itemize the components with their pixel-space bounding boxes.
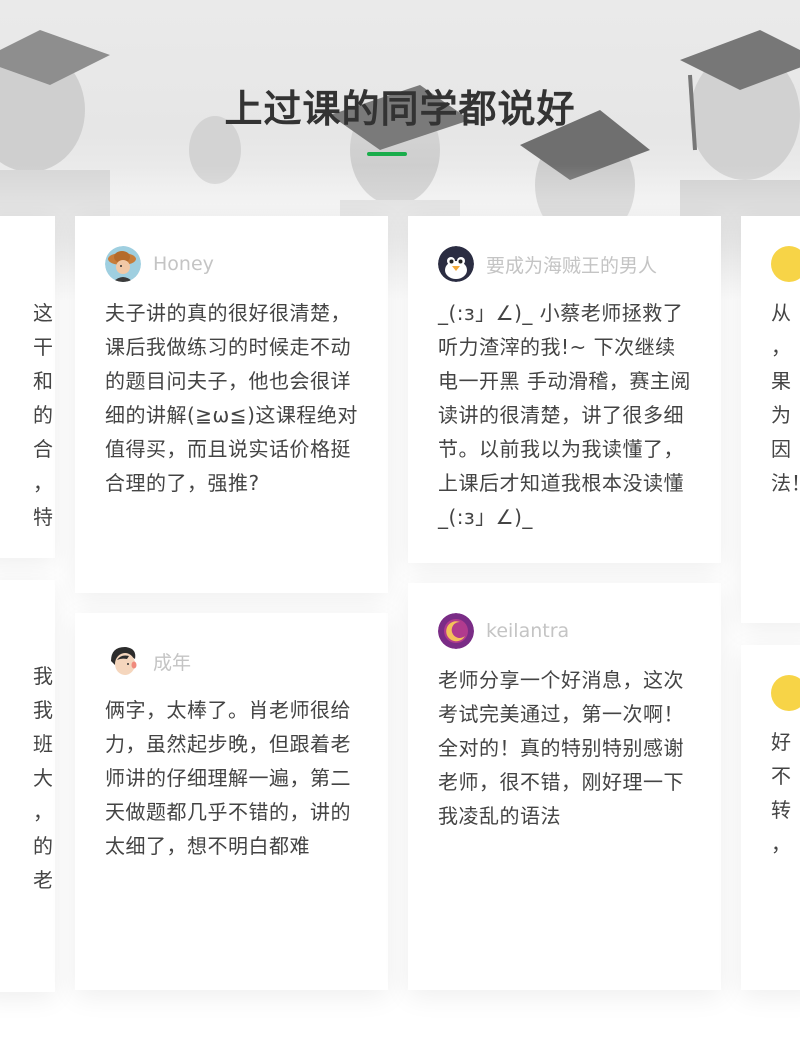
yellow-avatar-icon: [771, 675, 800, 711]
partial-review-text: 好 不 转 ，: [771, 730, 791, 856]
penguin-avatar-icon: [438, 246, 474, 282]
review-text: 俩字，太棒了。肖老师很给力，虽然起步晚，但跟着老师讲的仔细理解一遍，第二天做题都…: [105, 698, 351, 858]
review-card: Honey 夫子讲的真的很好很清楚，课后我做练习的时候走不动的题目问夫子，他也会…: [75, 216, 388, 593]
review-username: 成年: [153, 651, 192, 674]
partial-review-text: 从 ， 果 为 因 法！: [771, 301, 800, 495]
review-username: keilantra: [486, 620, 570, 642]
review-text: _(:з」∠)_ 小蔡老师拯救了听力渣滓的我!~ 下次继续电一开黑 手动滑稽，赛…: [438, 301, 691, 529]
review-username: Honey: [153, 253, 214, 275]
review-header: 成年: [105, 643, 191, 679]
yellow-avatar-icon: [771, 246, 800, 282]
boy-cartoon-avatar-icon: [105, 643, 141, 679]
partial-review-card-right-bottom: 好 不 转 ，: [741, 645, 800, 990]
partial-review-card-left-top: 这 干 和 的 合 ， 特: [0, 216, 55, 558]
review-card: 要成为海贼王的男人 _(:з」∠)_ 小蔡老师拯救了听力渣滓的我!~ 下次继续电…: [408, 216, 721, 563]
review-text: 夫子讲的真的很好很清楚，课后我做练习的时候走不动的题目问夫子，他也会很详细的讲解…: [105, 301, 358, 495]
partial-review-card-left-bottom: 我 我 班 大 ， 的 老: [0, 580, 55, 992]
review-header: keilantra: [438, 613, 569, 649]
review-header: Honey: [105, 246, 214, 282]
section-title: 上过课的同学都说好: [224, 87, 576, 131]
review-username: 要成为海贼王的男人: [486, 254, 658, 277]
review-card: 成年 俩字，太棒了。肖老师很给力，虽然起步晚，但跟着老师讲的仔细理解一遍，第二天…: [75, 613, 388, 990]
partial-review-text: 我 我 班 大 ， 的 老: [33, 664, 53, 892]
review-card: keilantra 老师分享一个好消息，这次考试完美通过，第一次啊！全对的！真的…: [408, 583, 721, 990]
moon-avatar-icon: [438, 613, 474, 649]
partial-review-card-right-top: 从 ， 果 为 因 法！: [741, 216, 800, 623]
partial-review-text: 这 干 和 的 合 ， 特: [33, 301, 53, 529]
girl-with-hat-avatar-icon: [105, 246, 141, 282]
review-text: 老师分享一个好消息，这次考试完美通过，第一次啊！全对的！真的特别特别感谢老师，很…: [438, 668, 684, 828]
review-header: 要成为海贼王的男人: [438, 246, 657, 282]
title-accent-bar: [367, 152, 407, 156]
